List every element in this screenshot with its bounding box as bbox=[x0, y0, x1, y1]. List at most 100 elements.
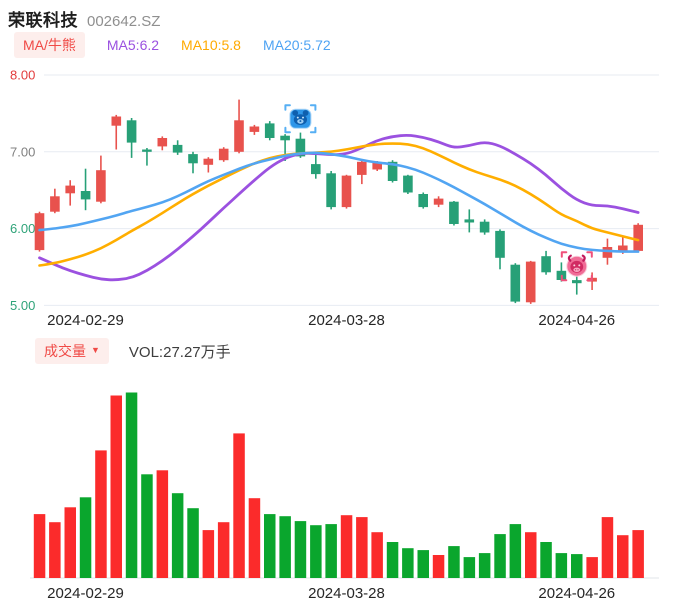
candle-body bbox=[525, 261, 536, 303]
ma10-legend-label: MA10:5.8 bbox=[181, 37, 241, 53]
candle-body bbox=[80, 191, 91, 200]
volume-bar bbox=[525, 532, 537, 578]
volume-bar bbox=[248, 498, 261, 578]
price-axis-label: 5.00 bbox=[10, 298, 35, 313]
date-label: 2024-03-28 bbox=[308, 312, 385, 329]
volume-bar bbox=[325, 524, 337, 578]
volume-bar bbox=[478, 553, 491, 578]
candle-body bbox=[65, 185, 75, 194]
volume-bar bbox=[202, 530, 215, 578]
bear-marker-icon[interactable] bbox=[284, 104, 317, 134]
candle-body bbox=[357, 161, 367, 175]
volume-header: 成交量 ▼ VOL:27.27万手 bbox=[35, 338, 231, 364]
candle-body bbox=[34, 213, 45, 251]
candle-body bbox=[234, 120, 244, 152]
bull-marker-icon[interactable] bbox=[560, 251, 593, 282]
volume-bar bbox=[432, 555, 445, 578]
ma20-line bbox=[38, 151, 640, 253]
candle-body bbox=[433, 198, 444, 205]
candle-body bbox=[264, 123, 275, 138]
candle-body bbox=[203, 158, 214, 165]
candle-body bbox=[126, 120, 137, 143]
volume-bar bbox=[233, 433, 245, 578]
volume-bar bbox=[294, 521, 307, 578]
volume-bar bbox=[632, 530, 644, 578]
volume-bar bbox=[310, 525, 322, 578]
volume-bar bbox=[448, 546, 460, 578]
volume-bar bbox=[509, 524, 522, 578]
candle-body bbox=[311, 164, 321, 175]
candle-body bbox=[403, 175, 413, 193]
stock-chart-page: { "header": { "title": "荣联科技", "code": "… bbox=[0, 0, 686, 606]
candle-body bbox=[495, 230, 505, 258]
date-label: 2024-02-29 bbox=[47, 312, 124, 329]
candle-body bbox=[633, 224, 643, 251]
volume-bar bbox=[95, 450, 107, 578]
price-axis-label: 6.00 bbox=[10, 221, 35, 236]
candle-body bbox=[188, 154, 198, 164]
indicator-legend: MA/牛熊 MA5:6.2 MA10:5.8 MA20:5.72 bbox=[14, 32, 331, 58]
stock-code: 002642.SZ bbox=[87, 13, 161, 30]
volume-bar bbox=[187, 508, 199, 578]
volume-bar bbox=[371, 532, 383, 578]
candle-body bbox=[142, 149, 152, 152]
volume-bar bbox=[356, 517, 368, 578]
volume-bar bbox=[463, 557, 476, 578]
candle-body bbox=[172, 144, 183, 153]
volume-bar bbox=[217, 522, 230, 578]
volume-bar bbox=[417, 550, 429, 578]
candle-body bbox=[249, 126, 260, 132]
volume-bar bbox=[125, 392, 138, 578]
volume-chart[interactable]: 2024-02-29 2024-03-28 2024-04-26 bbox=[0, 370, 686, 606]
candlestick-chart[interactable]: 8.00 7.00 6.00 5.00 2024-02-29 2024-03-28 2024… bbox=[0, 60, 686, 336]
volume-bar bbox=[540, 542, 552, 578]
candle-body bbox=[326, 173, 336, 208]
volume-bar bbox=[586, 557, 598, 578]
volume-indicator-button[interactable]: 成交量 ▼ bbox=[35, 338, 109, 364]
volume-bar bbox=[601, 517, 614, 578]
date-label: 2024-03-28 bbox=[308, 585, 385, 602]
volume-bar bbox=[571, 554, 583, 578]
price-axis-label: 8.00 bbox=[10, 68, 35, 83]
volume-button-label: 成交量 bbox=[44, 343, 86, 359]
candle-body bbox=[541, 256, 551, 273]
caret-down-icon: ▼ bbox=[91, 345, 100, 355]
date-label: 2024-04-26 bbox=[538, 585, 615, 602]
candle-body bbox=[218, 148, 229, 161]
volume-bar bbox=[555, 553, 568, 578]
volume-bar bbox=[402, 548, 414, 578]
price-axis-label: 7.00 bbox=[10, 144, 35, 159]
volume-bar bbox=[64, 507, 76, 578]
candle-body bbox=[449, 201, 459, 224]
volume-bar bbox=[264, 514, 276, 578]
candle-body bbox=[96, 170, 106, 202]
volume-bar bbox=[617, 535, 629, 578]
volume-bar bbox=[79, 497, 92, 578]
volume-bar bbox=[386, 542, 399, 578]
candle-body bbox=[157, 138, 168, 147]
candle-body bbox=[280, 135, 290, 141]
volume-bar bbox=[171, 493, 184, 578]
date-label: 2024-02-29 bbox=[47, 585, 124, 602]
volume-value-label: VOL:27.27万手 bbox=[128, 343, 231, 361]
title-bar: 荣联科技 002642.SZ bbox=[8, 6, 160, 31]
candle-body bbox=[572, 280, 582, 284]
candle-body bbox=[602, 247, 613, 258]
candles bbox=[34, 99, 643, 304]
volume-bar bbox=[49, 522, 61, 578]
ma10-line bbox=[38, 142, 640, 267]
candle-body bbox=[464, 219, 475, 223]
volume-bar bbox=[279, 516, 291, 578]
volume-bar bbox=[156, 470, 169, 578]
volume-bar bbox=[33, 514, 46, 578]
candle-body bbox=[479, 221, 490, 233]
volume-bar bbox=[340, 515, 353, 578]
ma-bull-bear-indicator-button[interactable]: MA/牛熊 bbox=[14, 32, 85, 58]
stock-name: 荣联科技 bbox=[8, 11, 78, 30]
ma20-legend-label: MA20:5.72 bbox=[262, 37, 331, 53]
candle-body bbox=[111, 116, 122, 126]
candle-body bbox=[418, 194, 428, 208]
candle-body bbox=[510, 264, 521, 302]
volume-bar bbox=[141, 474, 153, 578]
volume-bar bbox=[110, 395, 122, 578]
